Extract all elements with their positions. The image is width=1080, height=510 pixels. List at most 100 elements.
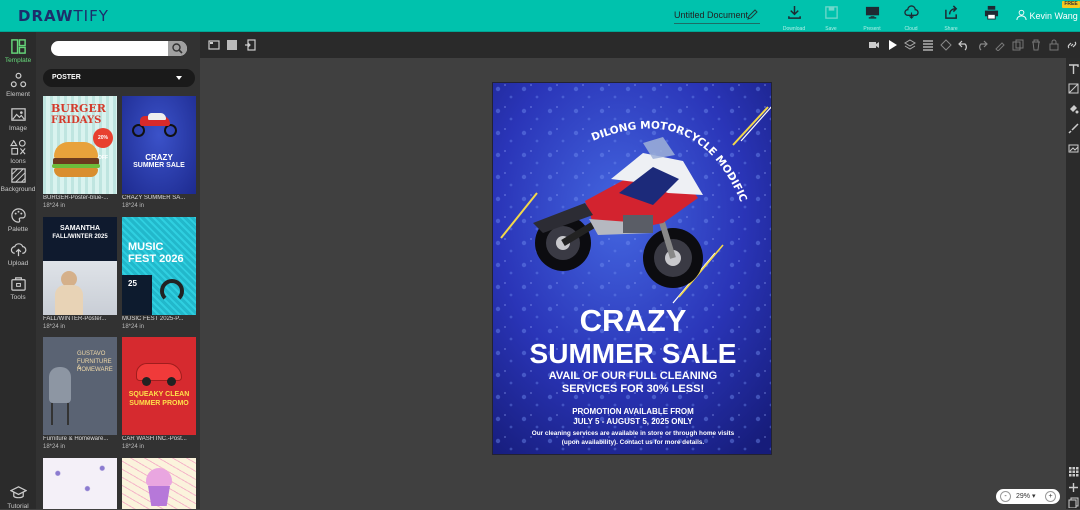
upload-icon xyxy=(10,243,26,257)
share-button[interactable]: Share xyxy=(933,5,969,32)
category-dropdown[interactable]: POSTER xyxy=(43,69,195,87)
rail-template[interactable]: Template xyxy=(0,38,36,64)
video-icon[interactable] xyxy=(868,39,880,51)
search-input[interactable] xyxy=(51,44,169,56)
search-button[interactable] xyxy=(168,41,187,56)
fit-screen-icon[interactable] xyxy=(208,39,220,51)
template-panel: POSTER BURGER FRIDAYS 20% OFF BURGER-Pos… xyxy=(36,32,200,509)
download-button[interactable]: Download xyxy=(776,5,812,32)
copy-style-icon[interactable] xyxy=(994,39,1006,51)
brush-tool-icon[interactable] xyxy=(1068,123,1079,134)
template-thumbnail-fall[interactable]: SAMANTHA FALL/WINTER 2025 xyxy=(43,217,117,315)
discount-badge: 20% OFF xyxy=(93,128,113,161)
rail-element[interactable]: Element xyxy=(0,72,36,98)
body-line-2: (upon availability). Contact us for more… xyxy=(562,439,705,446)
cloud-button[interactable]: Cloud xyxy=(893,5,929,32)
image-tool-icon[interactable] xyxy=(1068,143,1079,154)
poster-canvas[interactable]: DILONG MOTORCYCLE MODIFICATION CO. CRAZY… xyxy=(492,82,772,455)
left-rail: Template Element Image Icons Background … xyxy=(0,32,36,510)
template-card[interactable]: SQUEAKY CLEAN SUMMER PROMO CAR WASH INC.… xyxy=(122,337,196,450)
music-info-block xyxy=(122,275,152,315)
trash-icon[interactable] xyxy=(1030,39,1042,51)
layers-icon[interactable] xyxy=(904,39,916,51)
document-title[interactable]: Untitled Document xyxy=(674,6,760,24)
save-icon xyxy=(824,6,838,19)
rail-tools[interactable]: Tools xyxy=(0,275,36,301)
duplicate-icon[interactable] xyxy=(1012,39,1024,51)
headline-crazy: CRAZY xyxy=(580,303,687,338)
template-thumbnail-furniture[interactable]: GUSTAVO FURNITURE & HOMEWARE xyxy=(43,337,117,435)
pencil-icon[interactable] xyxy=(747,9,758,20)
mini-motorcycle xyxy=(132,110,178,137)
undo-icon[interactable] xyxy=(958,39,970,51)
redo-icon[interactable] xyxy=(976,39,988,51)
user-menu[interactable]: Kevin Wang FREE xyxy=(1016,1,1080,27)
position-icon[interactable] xyxy=(940,39,952,51)
import-icon[interactable] xyxy=(244,39,256,51)
play-icon[interactable] xyxy=(886,39,898,51)
zoom-level-dropdown[interactable]: 29% ▾ xyxy=(1016,489,1035,504)
download-icon xyxy=(787,5,801,19)
right-sidebar xyxy=(1066,58,1080,509)
monitor-icon xyxy=(865,6,879,19)
brand-logo[interactable]: DRAWTIFY xyxy=(18,7,109,25)
template-icon xyxy=(10,39,26,54)
lock-icon[interactable] xyxy=(1048,39,1060,51)
user-name: Kevin Wang xyxy=(1029,11,1078,21)
template-card[interactable]: BURGER FRIDAYS 20% OFF BURGER-Poster-blu… xyxy=(43,96,117,209)
zoom-in-button[interactable]: + xyxy=(1045,491,1056,502)
template-thumbnail-music[interactable]: MUSIC FEST 2026 25 xyxy=(122,217,196,315)
background-icon xyxy=(10,168,26,183)
template-card[interactable]: SAMANTHA FALL/WINTER 2025 FALL/WINTER-Po… xyxy=(43,217,117,330)
link-icon[interactable] xyxy=(1066,39,1078,51)
search-icon xyxy=(172,43,183,54)
icons-icon xyxy=(9,139,26,155)
plan-badge: FREE xyxy=(1062,1,1080,8)
rail-image[interactable]: Image xyxy=(0,106,36,132)
document-title-text[interactable]: Untitled Document xyxy=(674,10,748,20)
add-page-icon[interactable] xyxy=(1068,482,1079,493)
template-card[interactable]: GUSTAVO FURNITURE & HOMEWARE Furniture &… xyxy=(43,337,117,450)
zoom-control: - 29% ▾ + xyxy=(996,489,1060,504)
text-tool-icon[interactable] xyxy=(1068,64,1079,75)
zoom-out-button[interactable]: - xyxy=(1000,491,1011,502)
save-button[interactable]: Save xyxy=(813,5,849,32)
category-value: POSTER xyxy=(52,74,81,81)
template-thumbnail-doodle[interactable] xyxy=(43,458,117,509)
print-icon xyxy=(984,5,998,20)
template-card[interactable]: CRAZY SUMMER SALE CRAZY SUMMER SA... 18*… xyxy=(122,96,196,209)
shape-tool-icon[interactable] xyxy=(1068,83,1079,94)
template-card[interactable]: MUSIC FEST 2026 25 MUSIC FEST 2025-P... … xyxy=(122,217,196,330)
fill-tool-icon[interactable] xyxy=(1068,103,1079,114)
template-thumbnail-cupcake[interactable] xyxy=(122,458,196,509)
burger-bun-bottom xyxy=(54,168,98,177)
rail-background[interactable]: Background xyxy=(0,167,36,193)
pages-icon[interactable] xyxy=(1068,497,1079,508)
chair-shape xyxy=(49,367,71,403)
template-card[interactable] xyxy=(43,458,117,509)
template-card[interactable] xyxy=(122,458,196,509)
image-icon xyxy=(10,108,26,121)
present-button[interactable]: Present xyxy=(854,5,890,32)
rail-upload[interactable]: Upload xyxy=(0,241,36,267)
element-icon xyxy=(10,72,26,88)
template-thumbnail-moto[interactable]: CRAZY SUMMER SALE xyxy=(122,96,196,194)
palette-icon xyxy=(10,208,26,223)
apps-grid-icon[interactable] xyxy=(1068,466,1079,477)
print-button[interactable] xyxy=(973,5,1009,31)
rail-tutorial[interactable]: Tutorial xyxy=(0,484,36,510)
body-line-1: Our cleaning services are available in s… xyxy=(532,430,735,437)
template-thumbnail-carwash[interactable]: SQUEAKY CLEAN SUMMER PROMO xyxy=(122,337,196,435)
top-header: DRAWTIFY Untitled Document Download Save… xyxy=(0,0,1080,32)
grid-view-icon[interactable] xyxy=(226,39,238,51)
promo-line-1: PROMOTION AVAILABLE FROM xyxy=(572,407,694,416)
template-search xyxy=(51,41,187,56)
rail-icons[interactable]: Icons xyxy=(0,139,36,165)
promo-line-2: JULY 5 - AUGUST 5, 2025 ONLY xyxy=(573,417,693,426)
share-icon xyxy=(944,5,957,19)
graduation-cap-icon xyxy=(9,486,27,499)
rail-palette[interactable]: Palette xyxy=(0,207,36,233)
poster-artwork[interactable]: DILONG MOTORCYCLE MODIFICATION CO. CRAZY… xyxy=(493,83,772,455)
template-thumbnail-burger[interactable]: BURGER FRIDAYS 20% OFF xyxy=(43,96,117,194)
align-icon[interactable] xyxy=(922,39,934,51)
